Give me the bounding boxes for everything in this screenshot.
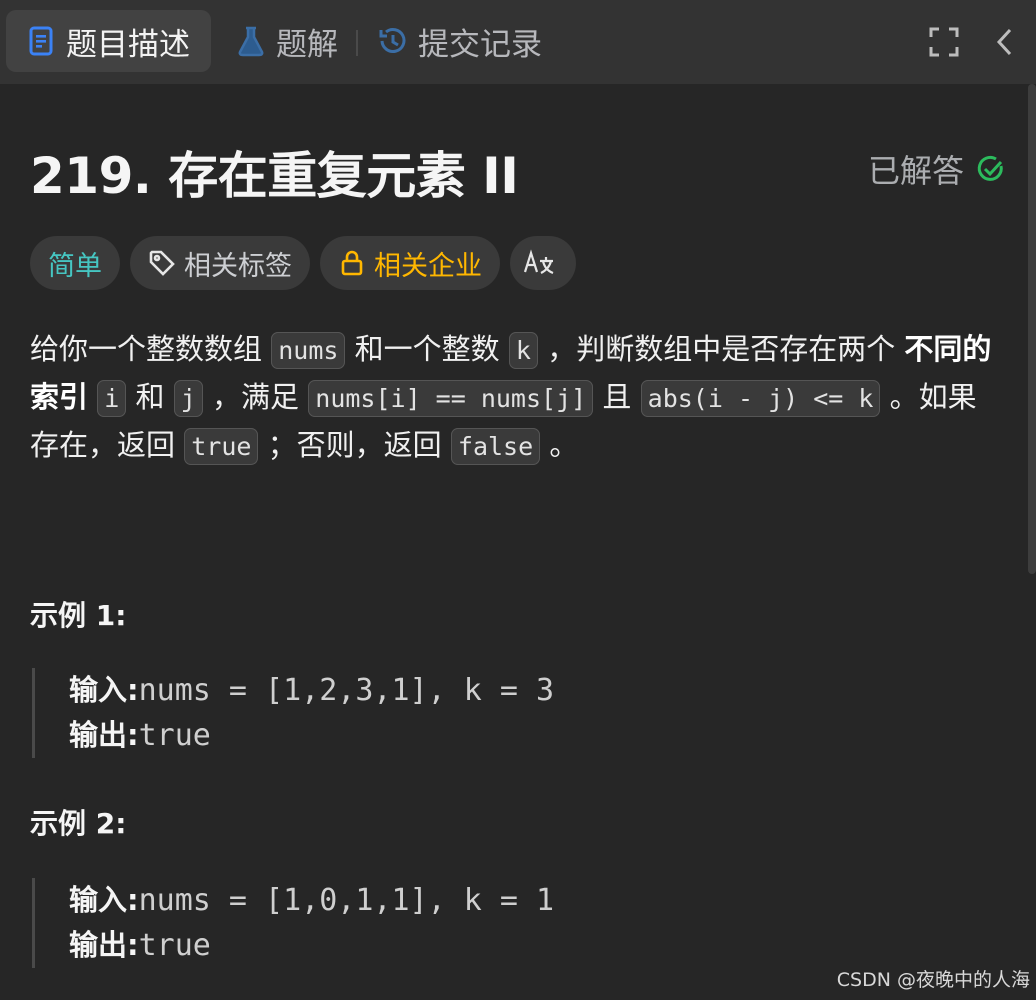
history-icon [376, 24, 410, 58]
flask-icon [234, 24, 268, 58]
document-icon [24, 24, 58, 58]
desc-text: ；否则，返回 [267, 428, 442, 462]
inline-code: j [173, 380, 203, 417]
translate-button[interactable] [510, 236, 576, 290]
output-label: 输出: [69, 928, 139, 962]
inline-code: abs(i - j) <= k [640, 380, 881, 417]
chevron-left-icon[interactable] [988, 24, 1024, 60]
related-companies-label: 相关企业 [374, 250, 482, 282]
tab-description[interactable]: 题目描述 [6, 10, 211, 72]
input-value: nums = [1,0,1,1], k = 1 [138, 883, 555, 918]
tab-submissions[interactable]: 提交记录 [376, 10, 542, 72]
fullscreen-icon[interactable] [926, 24, 962, 60]
check-circle-icon [977, 155, 1003, 181]
example-2-block: 输入:nums = [1,0,1,1], k = 1 输出:true [32, 878, 732, 968]
panel-tabbar: 题目描述 题解 提交记录 [0, 0, 1036, 84]
example-1-block: 输入:nums = [1,2,3,1], k = 3 输出:true [32, 668, 732, 758]
solved-status: 已解答 [868, 146, 1006, 192]
desc-text: 和一个整数 [354, 332, 500, 366]
tag-row: 简单 相关标签 相关企业 [30, 236, 576, 290]
tab-description-label: 题目描述 [66, 26, 190, 63]
tag-icon [149, 250, 175, 276]
output-label: 输出: [69, 718, 139, 752]
inline-code: false [450, 428, 541, 465]
lock-icon [341, 250, 363, 276]
tab-solutions[interactable]: 题解 [230, 10, 338, 72]
tab-divider [356, 30, 358, 56]
example-output: 输出:true [69, 713, 732, 758]
inline-code: nums [271, 332, 346, 369]
translate-icon [523, 249, 554, 275]
related-companies-button[interactable]: 相关企业 [320, 236, 500, 290]
problem-description: 给你一个整数数组 nums 和一个整数 k ，判断数组中是否存在两个 不同的索引… [30, 326, 1005, 470]
input-label: 输入: [69, 673, 139, 707]
difficulty-badge[interactable]: 简单 [30, 236, 120, 290]
inline-code: i [97, 380, 127, 417]
related-tags-button[interactable]: 相关标签 [130, 236, 310, 290]
desc-text: ，判断数组中是否存在两个 [547, 332, 896, 366]
example-output: 输出:true [69, 923, 732, 968]
input-value: nums = [1,2,3,1], k = 3 [138, 673, 555, 708]
tab-solutions-label: 题解 [276, 26, 338, 63]
related-tags-label: 相关标签 [184, 250, 292, 282]
solved-label: 已解答 [867, 152, 964, 190]
watermark: CSDN @夜晚中的人海 [836, 969, 1030, 991]
tab-submissions-label: 提交记录 [418, 26, 542, 63]
example-input: 输入:nums = [1,0,1,1], k = 1 [69, 878, 732, 923]
desc-text: ，满足 [212, 380, 300, 414]
inline-code: nums[i] == nums[j] [308, 380, 594, 417]
desc-text: 和 [135, 380, 165, 414]
inline-code: true [184, 428, 259, 465]
example-input: 输入:nums = [1,2,3,1], k = 3 [69, 668, 732, 713]
input-label: 输入: [69, 883, 139, 917]
example-1-title: 示例 1: [30, 599, 127, 632]
output-value: true [138, 718, 211, 753]
example-2-title: 示例 2: [30, 807, 127, 840]
problem-title: 219. 存在重复元素 II [30, 147, 519, 205]
scrollbar[interactable] [1028, 84, 1036, 574]
desc-text: 且 [602, 380, 632, 414]
desc-text: 。 [549, 428, 579, 462]
desc-text: 给你一个整数数组 [30, 332, 263, 366]
output-value: true [138, 928, 211, 963]
inline-code: k [508, 332, 538, 369]
